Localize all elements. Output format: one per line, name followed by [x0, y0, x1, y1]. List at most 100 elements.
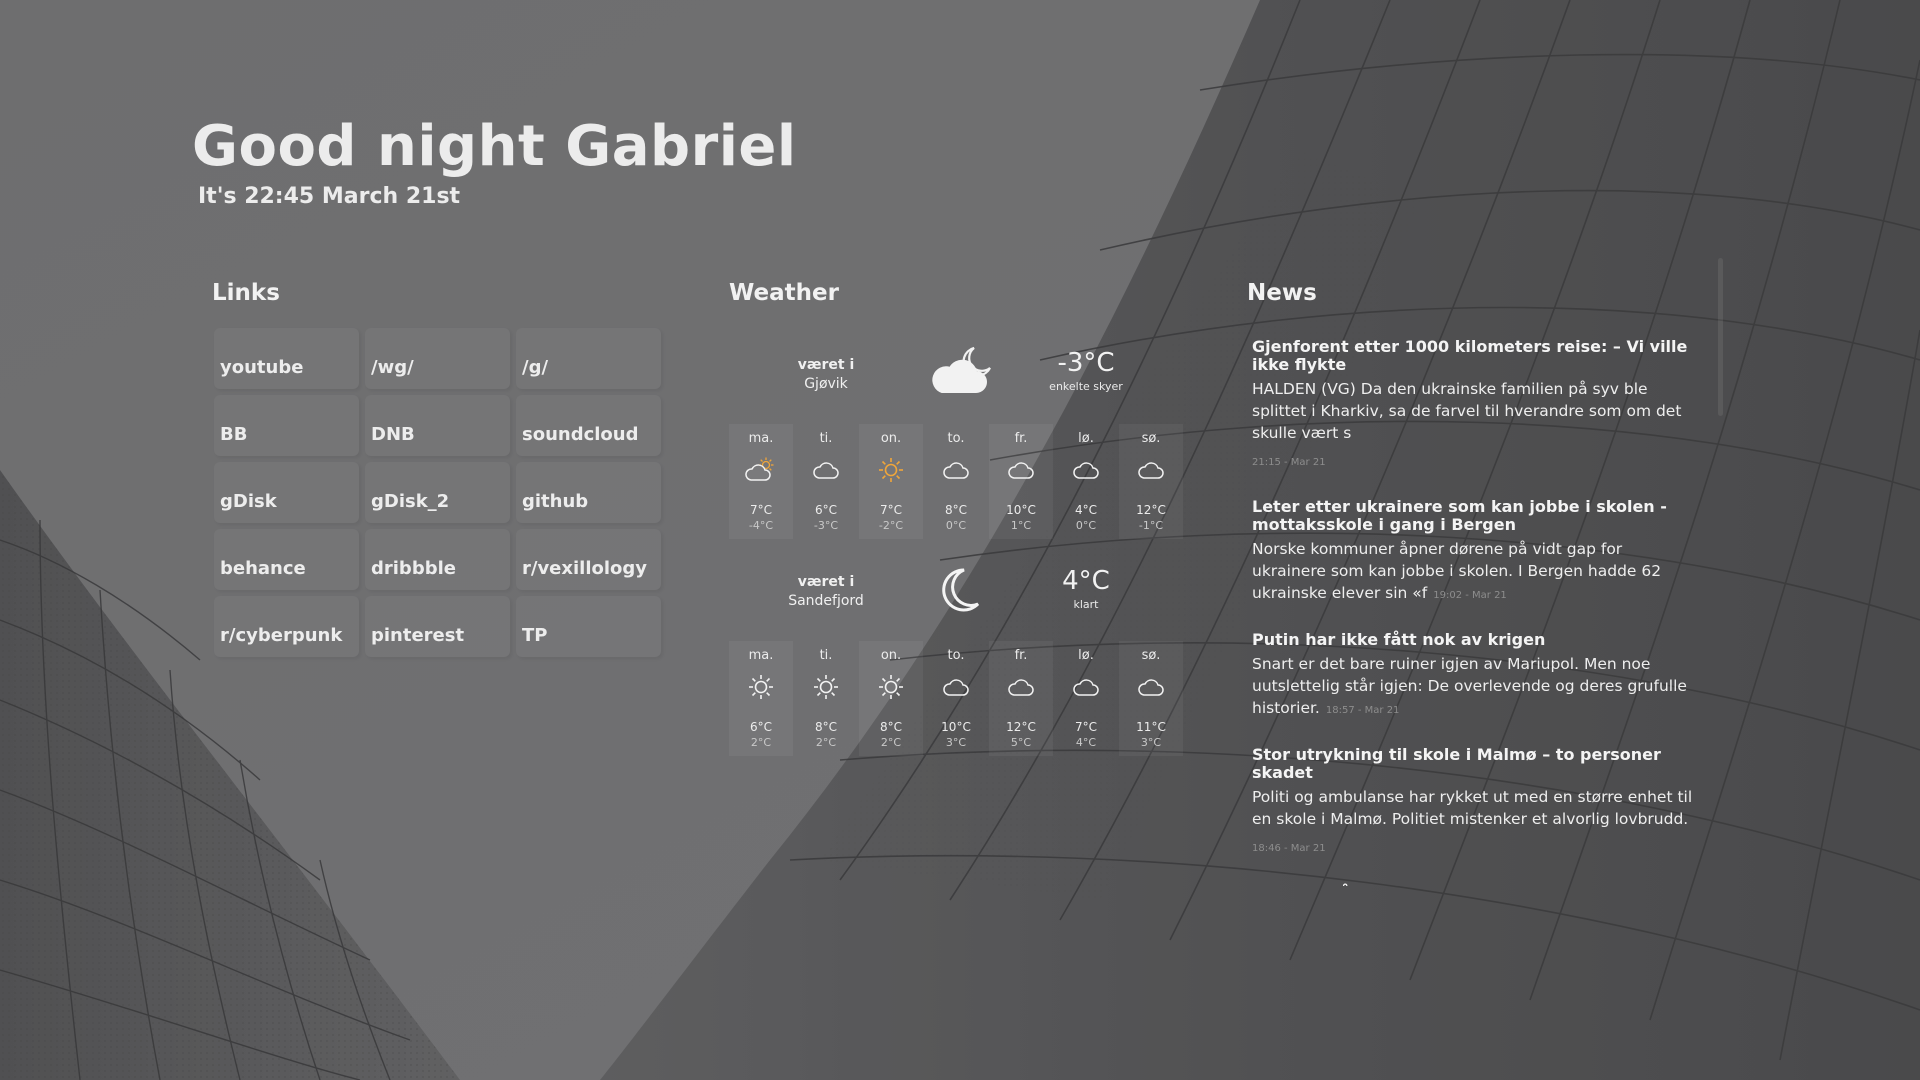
forecast-day-label: on.: [880, 431, 902, 446]
news-timestamp: 19:02 - Mar 21: [1433, 590, 1507, 601]
news-title: News: [1247, 280, 1317, 306]
moon-icon: [934, 566, 984, 620]
link-tp[interactable]: TP: [516, 596, 661, 657]
forecast-day: sø. 12°C -1°C: [1119, 424, 1183, 539]
forecast-high: 12°C: [1006, 720, 1036, 734]
weather-city: Gjøvik: [804, 376, 848, 392]
forecast-gjovik: ma. 7°C -4°C ti. 6°C -3°C on. 7°C -2°C to. 8°C 0°C f…: [729, 424, 1183, 539]
weather-temp: -3°C: [1057, 348, 1115, 378]
link-behance[interactable]: behance: [214, 529, 359, 590]
weather-desc: klart: [1073, 598, 1099, 611]
forecast-day-label: lø.: [1078, 431, 1094, 446]
news-summary-text: Politi og ambulanse har rykket ut med en…: [1252, 788, 1693, 828]
cloud-icon: [1054, 449, 1118, 491]
forecast-high: 4°C: [1074, 503, 1097, 517]
forecast-high: 6°C: [814, 503, 837, 517]
weather-title: Weather: [729, 280, 839, 306]
link-r-vexillology[interactable]: r/vexillology: [516, 529, 661, 590]
forecast-day-label: sø.: [1141, 431, 1161, 446]
news-headline[interactable]: Leter etter ukrainere som kan jobbe i sk…: [1252, 498, 1697, 534]
news-item[interactable]: Leter etter ukrainere som kan jobbe i sk…: [1252, 498, 1697, 607]
link-r-cyberpunk[interactable]: r/cyberpunk: [214, 596, 359, 657]
weather-city: Sandefjord: [788, 593, 864, 609]
news-item[interactable]: Putin har ikke fått nok av krigen Snart e…: [1252, 631, 1697, 722]
forecast-day: lø. 4°C 0°C: [1054, 424, 1118, 539]
forecast-day-label: to.: [947, 431, 965, 446]
news-scrollbar[interactable]: [1718, 258, 1723, 416]
forecast-high: 10°C: [941, 720, 971, 734]
forecast-low: -1°C: [1138, 519, 1164, 532]
forecast-day: ma. 7°C -4°C: [729, 424, 793, 539]
link-wg[interactable]: /wg/: [365, 328, 510, 389]
forecast-high: 10°C: [1006, 503, 1036, 517]
forecast-low: 2°C: [880, 736, 902, 749]
forecast-day-label: ma.: [748, 648, 774, 663]
link-dribbble[interactable]: dribbble: [365, 529, 510, 590]
greeting-datetime: It's 22:45 March 21st: [198, 184, 461, 209]
cloud-icon: [794, 449, 858, 491]
cloud-icon: [989, 449, 1053, 491]
forecast-high: 6°C: [749, 720, 772, 734]
link-soundcloud[interactable]: soundcloud: [516, 395, 661, 456]
cloud-icon: [924, 666, 988, 708]
link-gdisk[interactable]: gDisk: [214, 462, 359, 523]
news-headline[interactable]: Putin har ikke fått nok av krigen: [1252, 631, 1697, 649]
news-headline[interactable]: Stor utrykning til skole i Malmø – to pe…: [1252, 746, 1697, 782]
news-item[interactable]: Gjenforent etter 1000 kilometers reise: …: [1252, 338, 1697, 474]
link-gdisk-2[interactable]: gDisk_2: [365, 462, 510, 523]
forecast-low: -2°C: [878, 519, 904, 532]
weather-current-gjovik: -3°C enkelte skyer: [1026, 348, 1146, 393]
forecast-day: lø. 7°C 4°C: [1054, 641, 1118, 756]
forecast-low: 0°C: [1075, 519, 1097, 532]
forecast-low: 4°C: [1075, 736, 1097, 749]
forecast-low: 1°C: [1010, 519, 1032, 532]
news-summary-text: Snart er det bare ruiner igjen av Mariup…: [1252, 655, 1687, 717]
forecast-day: fr. 12°C 5°C: [989, 641, 1053, 756]
news-headline[interactable]: Gjenforent etter 1000 kilometers reise: …: [1252, 338, 1697, 374]
link-github[interactable]: github: [516, 462, 661, 523]
forecast-day-label: ti.: [819, 648, 833, 663]
weather-location-gjovik: været i Gjøvik: [762, 356, 890, 394]
news-timestamp: 18:57 - Mar 21: [1325, 705, 1400, 716]
links-grid: youtube/wg//g/BB DNB soundcloud gDisk gDisk_…: [214, 328, 664, 657]
link-g[interactable]: /g/: [516, 328, 661, 389]
forecast-day-label: fr.: [1014, 431, 1028, 446]
forecast-low: 5°C: [1010, 736, 1032, 749]
forecast-day-label: sø.: [1141, 648, 1161, 663]
cloud-icon: [1054, 666, 1118, 708]
link-youtube[interactable]: youtube: [214, 328, 359, 389]
partly-sunny-icon: [729, 449, 793, 491]
forecast-day-label: ma.: [748, 431, 774, 446]
news-summary: HALDEN (VG) Da den ukrainske familien på…: [1252, 378, 1697, 474]
cloud-icon: [1119, 449, 1183, 491]
link-pinterest[interactable]: pinterest: [365, 596, 510, 657]
sun-icon: [859, 666, 923, 708]
forecast-day-label: to.: [947, 648, 965, 663]
forecast-high: 7°C: [1074, 720, 1097, 734]
sun-icon: [794, 666, 858, 708]
forecast-low: 0°C: [945, 519, 967, 532]
weather-label: været i: [797, 357, 855, 373]
link-bb[interactable]: BB: [214, 395, 359, 456]
forecast-day: on. 8°C 2°C: [859, 641, 923, 756]
cloud-icon: [1119, 666, 1183, 708]
forecast-day-label: fr.: [1014, 648, 1028, 663]
forecast-high: 11°C: [1136, 720, 1166, 734]
forecast-high: 8°C: [944, 503, 967, 517]
forecast-low: 3°C: [945, 736, 967, 749]
cloud-icon: [989, 666, 1053, 708]
news-summary: Norske kommuner åpner dørene på vidt gap…: [1252, 538, 1697, 607]
link-dnb[interactable]: DNB: [365, 395, 510, 456]
forecast-day: ti. 8°C 2°C: [794, 641, 858, 756]
news-summary: Politi og ambulanse har rykket ut med en…: [1252, 786, 1697, 860]
news-feed[interactable]: Gjenforent etter 1000 kilometers reise: …: [1252, 338, 1697, 886]
news-headline[interactable]: Feirer 50-årsjubileum: – Vi vil feire fe…: [1252, 884, 1697, 887]
forecast-low: 3°C: [1140, 736, 1162, 749]
news-item[interactable]: Feirer 50-årsjubileum: – Vi vil feire fe…: [1252, 884, 1697, 887]
weather-label: været i: [797, 574, 855, 590]
news-item[interactable]: Stor utrykning til skole i Malmø – to pe…: [1252, 746, 1697, 860]
forecast-day: fr. 10°C 1°C: [989, 424, 1053, 539]
forecast-high: 8°C: [814, 720, 837, 734]
weather-location-sandefjord: været i Sandefjord: [762, 573, 890, 611]
forecast-sandefjord: ma. 6°C 2°C ti. 8°C 2°C on. 8°C 2°C to. 10°C 3°C fr.…: [729, 641, 1183, 756]
